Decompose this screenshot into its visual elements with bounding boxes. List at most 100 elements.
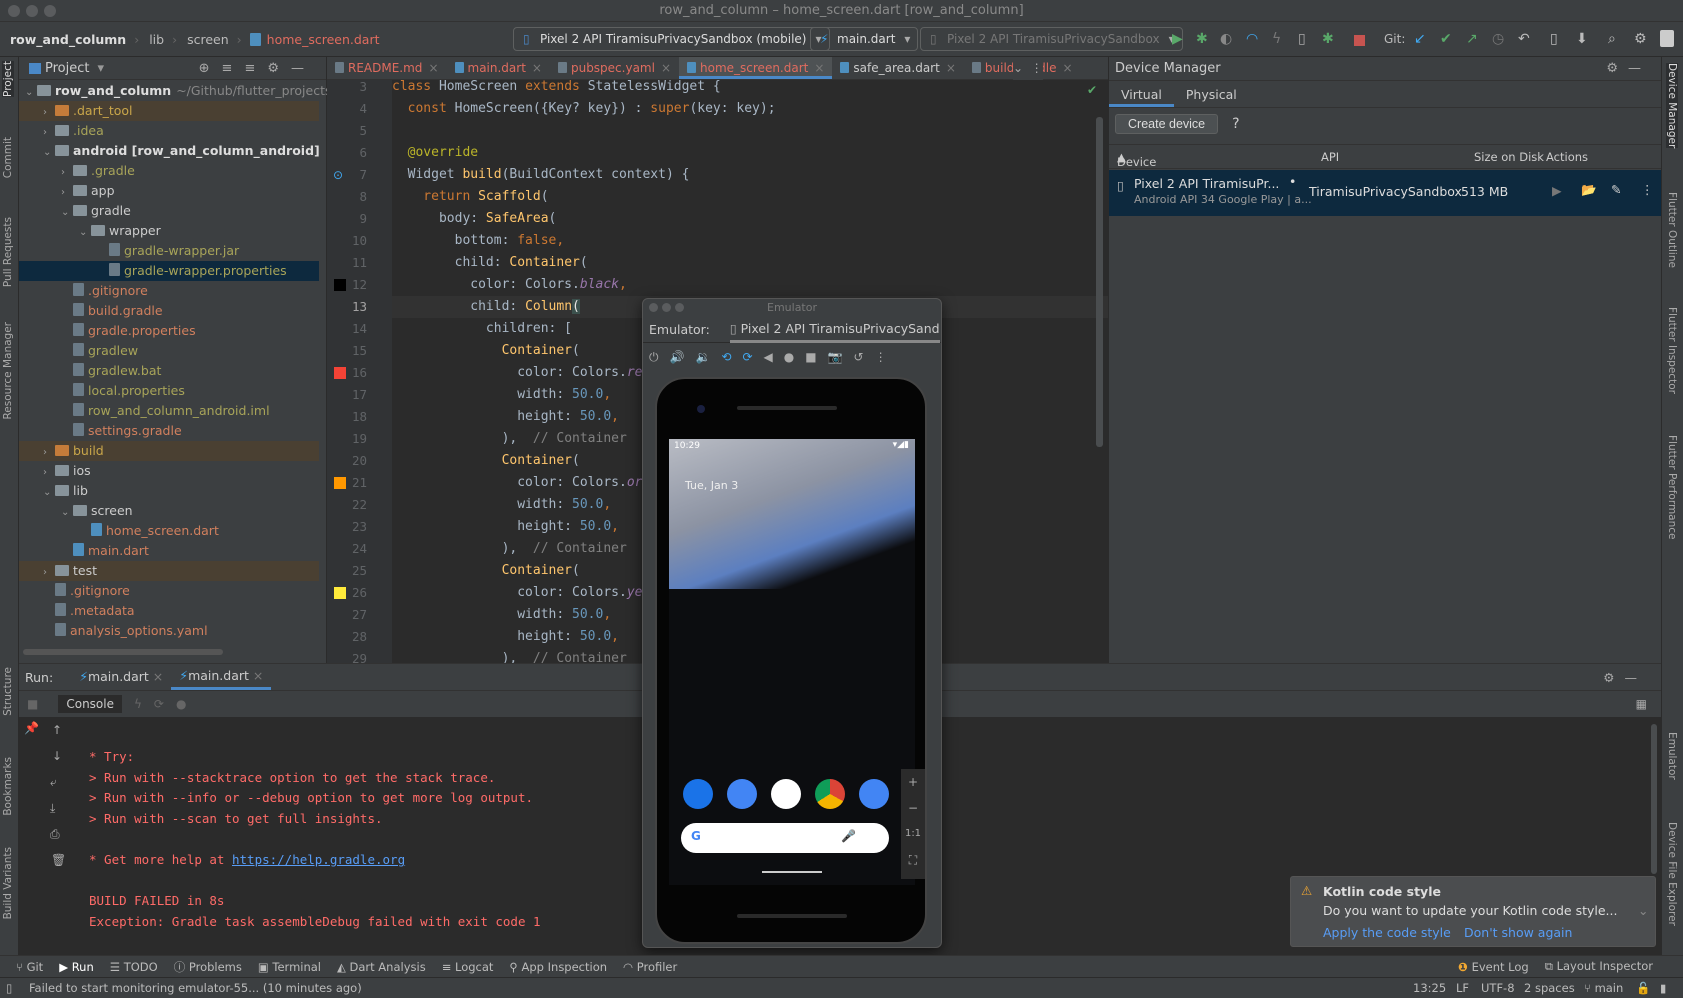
scroll-up-icon[interactable]: ↑ bbox=[52, 723, 62, 737]
tree-item[interactable]: gradle-wrapper.jar bbox=[19, 241, 319, 261]
indent-setting[interactable]: 2 spaces bbox=[1524, 978, 1575, 998]
close-window-button[interactable] bbox=[8, 5, 20, 17]
dont-show-again-link[interactable]: Don't show again bbox=[1464, 925, 1572, 940]
tool-git[interactable]: ⑂ Git bbox=[16, 960, 43, 974]
code-line[interactable]: height: 50.0, bbox=[392, 406, 619, 428]
tab-readme-md[interactable]: README.md × bbox=[327, 57, 447, 79]
code-line[interactable]: Widget build(BuildContext context) { bbox=[392, 164, 690, 186]
stripe-device-manager[interactable]: Device Manager bbox=[1666, 63, 1678, 149]
tab-main-dart[interactable]: main.dart × bbox=[447, 57, 550, 79]
tree-item[interactable]: .gitignore bbox=[19, 281, 319, 301]
sdk-manager-icon[interactable]: ⬇ bbox=[1576, 31, 1588, 47]
tool-problems[interactable]: ⓘ Problems bbox=[174, 959, 242, 975]
volume-down-icon[interactable]: 🔉 bbox=[695, 350, 710, 364]
breadcrumb-lib[interactable]: lib bbox=[149, 32, 164, 47]
tool-run[interactable]: ▶ Run bbox=[59, 960, 94, 974]
project-panel-actions[interactable]: ⊕≡≡⚙— bbox=[199, 61, 316, 76]
back-icon[interactable]: ◀ bbox=[764, 350, 773, 364]
chevron-down-icon[interactable]: ⌄ bbox=[79, 223, 91, 243]
soft-wrap-icon[interactable]: ⤶ bbox=[50, 775, 57, 790]
code-line[interactable]: color: Colors.orange, bbox=[392, 472, 681, 494]
chevron-right-icon[interactable]: › bbox=[43, 123, 55, 143]
memory-indicator-icon[interactable]: ▮ bbox=[1660, 978, 1666, 998]
device-manager-icon[interactable]: ▯ bbox=[1550, 31, 1558, 47]
code-line[interactable]: Container( bbox=[392, 340, 580, 362]
color-swatch[interactable] bbox=[334, 477, 346, 489]
tool-profiler[interactable]: ◠ Profiler bbox=[623, 960, 677, 974]
chevron-down-icon[interactable]: ⌄ bbox=[43, 143, 55, 163]
tool-terminal[interactable]: ▣ Terminal bbox=[258, 960, 321, 974]
power-icon[interactable]: ⏻ bbox=[649, 350, 659, 365]
layout-icon[interactable]: ▦ bbox=[1636, 697, 1647, 711]
screenshot-camera-icon[interactable]: 📷 bbox=[828, 350, 843, 364]
code-line[interactable]: color: Colors.black, bbox=[392, 274, 627, 296]
run-icon[interactable]: ▶ bbox=[1172, 31, 1183, 47]
play-store-icon[interactable] bbox=[771, 779, 801, 809]
scroll-to-end-icon[interactable]: ⤓ bbox=[50, 801, 55, 816]
stripe-structure[interactable]: Structure bbox=[2, 667, 14, 716]
stripe-device-file-explorer[interactable]: Device File Explorer bbox=[1666, 822, 1678, 926]
expand-chevron-icon[interactable]: ⌄ bbox=[1638, 903, 1648, 918]
attach-debugger-icon[interactable]: ✱ bbox=[1322, 31, 1334, 47]
rotate-left-icon[interactable]: ⟲ bbox=[721, 350, 731, 364]
git-commit-icon[interactable]: ✔ bbox=[1440, 31, 1452, 47]
line-separator[interactable]: LF bbox=[1456, 978, 1469, 998]
code-line[interactable]: return Scaffold( bbox=[392, 186, 548, 208]
tree-item[interactable]: .metadata bbox=[19, 601, 319, 621]
print-icon[interactable]: ⎙ bbox=[50, 827, 60, 842]
gesture-nav-bar[interactable] bbox=[762, 871, 822, 873]
code-line[interactable]: child: Column( bbox=[392, 296, 580, 318]
tree-item[interactable]: › build bbox=[19, 441, 319, 461]
debug-icon[interactable]: ✱ bbox=[1196, 31, 1208, 47]
emulator-zoom-button[interactable] bbox=[675, 303, 684, 312]
git-branch[interactable]: ⑂ main bbox=[1584, 978, 1623, 998]
code-line[interactable]: ), // Container bbox=[392, 538, 627, 560]
code-line[interactable]: @override bbox=[392, 142, 478, 164]
chevron-right-icon[interactable]: › bbox=[43, 103, 55, 123]
code-line[interactable]: ), // Container bbox=[392, 428, 627, 450]
stripe-commit[interactable]: Commit bbox=[2, 137, 14, 178]
tree-item[interactable]: ⌄ lib bbox=[19, 481, 319, 501]
stripe-pull-requests[interactable]: Pull Requests bbox=[2, 217, 14, 287]
stripe-build-variants[interactable]: Build Variants bbox=[2, 847, 14, 919]
phone-app-icon[interactable] bbox=[683, 779, 713, 809]
console-tab[interactable]: Console bbox=[58, 695, 122, 713]
tree-item[interactable]: .gitignore bbox=[19, 581, 319, 601]
emulator-device-tab[interactable]: ▯ Pixel 2 API TiramisuPrivacySand bbox=[729, 317, 940, 343]
code-line[interactable]: width: 50.0, bbox=[392, 494, 611, 516]
tree-item[interactable]: analysis_options.yaml bbox=[19, 621, 319, 641]
phone-screen[interactable]: 10:29 ▾◢▮ Tue, Jan 3 G 🎤 bbox=[669, 439, 915, 885]
tab-pubspec-yaml[interactable]: pubspec.yaml × bbox=[550, 57, 679, 79]
tabs-overflow-chevron-icon[interactable]: ⌄ ⋮ bbox=[1013, 57, 1043, 80]
code-line[interactable]: class HomeScreen extends StatelessWidget… bbox=[392, 80, 721, 98]
close-tab-icon[interactable]: × bbox=[814, 61, 824, 75]
tab-physical[interactable]: Physical bbox=[1174, 81, 1249, 107]
stripe-bookmarks[interactable]: Bookmarks bbox=[2, 757, 14, 816]
snapshot-icon[interactable]: ↺ bbox=[854, 350, 864, 364]
tool-dart-analysis[interactable]: ◭ Dart Analysis bbox=[337, 960, 426, 974]
close-tab-icon[interactable]: × bbox=[1062, 61, 1072, 75]
target-device-selector[interactable]: ▯ Pixel 2 API TiramisuPrivacySandbox (mob… bbox=[513, 27, 830, 51]
status-panel-toggle-icon[interactable]: ▯ bbox=[6, 978, 12, 998]
stripe-emulator[interactable]: Emulator bbox=[1666, 732, 1678, 780]
code-line[interactable]: height: 50.0, bbox=[392, 516, 619, 538]
tree-item[interactable]: home_screen.dart bbox=[19, 521, 319, 541]
code-line[interactable]: color: Colors.red, bbox=[392, 362, 658, 384]
home-icon[interactable]: ● bbox=[784, 350, 794, 364]
tree-item[interactable]: › .idea bbox=[19, 121, 319, 141]
status-message[interactable]: Failed to start monitoring emulator-55..… bbox=[29, 978, 362, 998]
account-avatar-icon[interactable] bbox=[1660, 30, 1674, 47]
tree-item[interactable]: › test bbox=[19, 561, 319, 581]
code-line[interactable]: Container( bbox=[392, 560, 580, 582]
stop-run-icon[interactable]: ■ bbox=[27, 697, 38, 711]
run-tab-2[interactable]: ⚡main.dart × bbox=[171, 664, 272, 690]
edit-pencil-icon[interactable]: ✎ bbox=[1611, 182, 1621, 197]
emulator-minimize-button[interactable] bbox=[662, 303, 671, 312]
tree-item[interactable]: ⌄ gradle bbox=[19, 201, 319, 221]
code-line[interactable]: const HomeScreen({Key? key}) : super(key… bbox=[392, 98, 776, 120]
color-swatch[interactable] bbox=[334, 587, 346, 599]
chevron-right-icon[interactable]: › bbox=[61, 183, 73, 203]
color-swatch[interactable] bbox=[334, 279, 346, 291]
rotate-right-icon[interactable]: ⟳ bbox=[742, 350, 752, 364]
history-icon[interactable]: ◷ bbox=[1492, 31, 1504, 47]
